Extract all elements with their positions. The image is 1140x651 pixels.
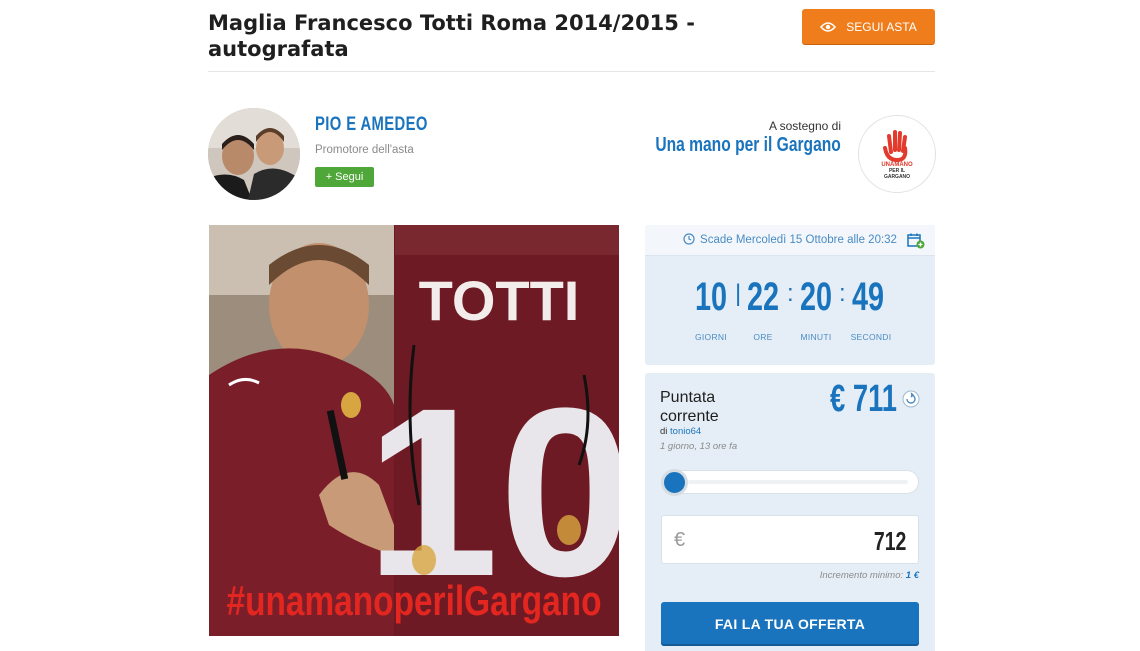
header-divider xyxy=(208,71,935,72)
jersey-name: TOTTI xyxy=(419,269,580,332)
auction-photo[interactable]: TOTTI 10 #unamanoperilGargano xyxy=(209,225,619,636)
follow-auction-label: SEGUI ASTA xyxy=(846,19,917,34)
refresh-icon[interactable] xyxy=(902,390,920,408)
offer-amount-value: 712 xyxy=(873,526,906,556)
bid-time-ago: 1 giorno, 13 ore fa xyxy=(660,441,738,452)
current-bid-label: Puntata corrente xyxy=(660,389,719,425)
charity-name[interactable]: Una mano per il Gargano xyxy=(655,134,841,157)
eye-icon xyxy=(820,21,837,32)
charity-logo[interactable]: UNAMANO PER IL GARGANO xyxy=(858,115,936,193)
countdown-separator: | xyxy=(735,280,742,307)
countdown-minutes: 20 xyxy=(799,275,833,319)
countdown-separator: : xyxy=(787,280,794,307)
countdown-seconds: 49 xyxy=(851,275,885,319)
bid-slider-handle[interactable] xyxy=(661,469,688,496)
promoter-avatar[interactable] xyxy=(208,108,300,200)
minimum-increment: Incremento minimo: 1 € xyxy=(820,570,919,581)
expiry-text-row: Scade Mercoledì 15 Ottobre alle 20:32 xyxy=(645,233,935,246)
expiry-text: Scade Mercoledì 15 Ottobre alle 20:32 xyxy=(700,234,897,246)
bid-slider-track[interactable] xyxy=(661,470,919,494)
bidder-link[interactable]: tonio64 xyxy=(670,426,701,437)
offer-amount-input[interactable]: € 712 xyxy=(661,515,919,564)
follow-promoter-button[interactable]: + Segui xyxy=(315,167,374,187)
promoter-role: Promotore dell'asta xyxy=(315,144,414,156)
auction-title: Maglia Francesco Totti Roma 2014/2015 - … xyxy=(208,11,695,61)
countdown-hours: 22 xyxy=(746,275,780,319)
bidder-line: di tonio64 xyxy=(660,426,701,437)
countdown-minutes-label: MINUTI xyxy=(800,332,832,342)
minimum-increment-value: 1 € xyxy=(905,570,919,581)
follow-auction-button[interactable]: SEGUI ASTA xyxy=(802,9,935,44)
countdown-hours-label: ORE xyxy=(753,332,773,342)
add-calendar-icon[interactable] xyxy=(907,233,925,249)
promoter-name[interactable]: PIO E AMEDEO xyxy=(315,114,428,136)
bid-slider-rail xyxy=(688,480,908,484)
bidder-prefix: di xyxy=(660,426,668,437)
countdown-days-label: GIORNI xyxy=(694,332,728,342)
support-label: A sostegno di xyxy=(768,119,841,133)
countdown-separator: : xyxy=(839,280,846,307)
euro-icon: € xyxy=(674,529,686,551)
countdown-days: 10 xyxy=(694,275,728,319)
charity-logo-line-3: GARGANO xyxy=(884,174,910,180)
current-bid-amount: € 711 xyxy=(830,378,897,420)
clock-icon xyxy=(683,233,695,245)
photo-hashtag: #unamanoperilGargano xyxy=(227,577,602,624)
minimum-increment-label: Incremento minimo: xyxy=(819,570,904,581)
bid-panel: Puntata corrente di tonio64 1 giorno, 13… xyxy=(645,373,935,651)
place-bid-button[interactable]: FAI LA TUA OFFERTA xyxy=(661,602,919,646)
countdown-panel: Scade Mercoledì 15 Ottobre alle 20:32 10… xyxy=(645,225,935,365)
expiry-bar: Scade Mercoledì 15 Ottobre alle 20:32 xyxy=(645,225,935,256)
countdown-seconds-label: SECONDI xyxy=(850,332,892,342)
